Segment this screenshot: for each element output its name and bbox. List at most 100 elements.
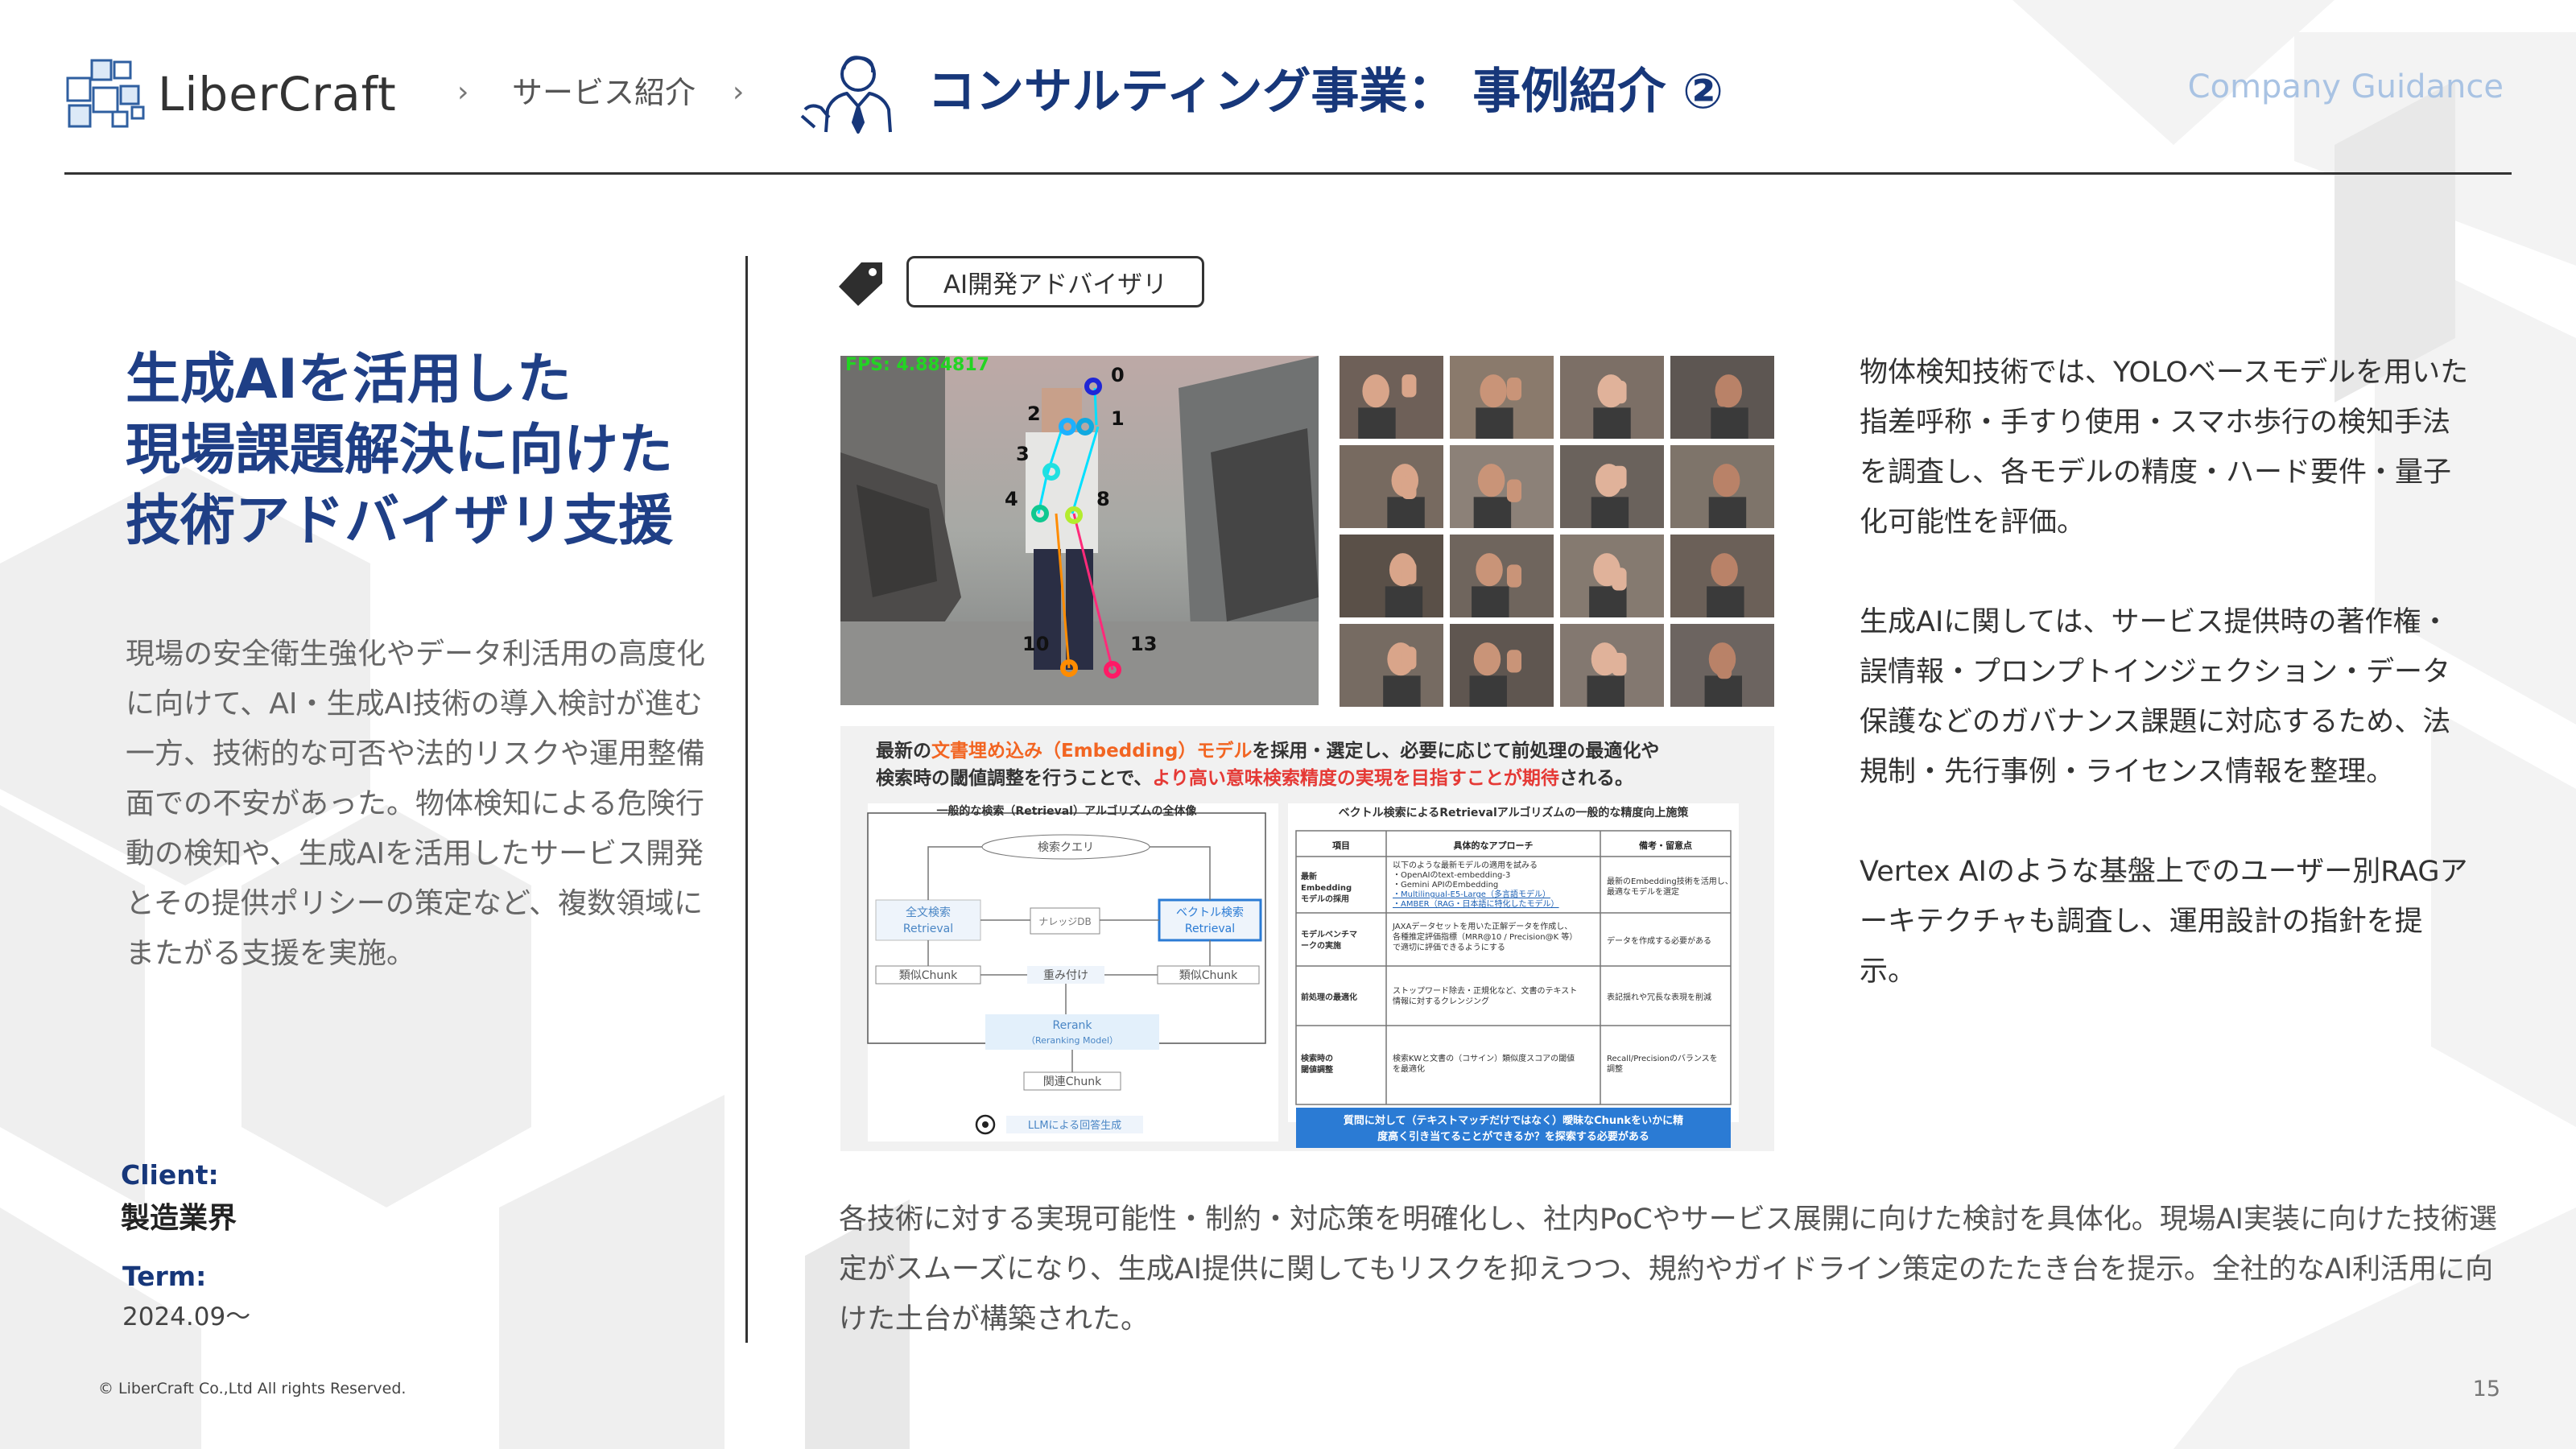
fulltext-search-label: 全文検索 bbox=[906, 906, 951, 919]
breadcrumb-separator-icon: › bbox=[457, 76, 469, 109]
table-cell: JAXAデータセットを用いた正解データを作成し、 bbox=[1392, 921, 1572, 931]
table-cell: モデルベンチマ bbox=[1301, 929, 1357, 939]
gesture-thumbnail bbox=[1340, 445, 1443, 528]
detail-paragraph: 物体検知技術では、YOLOベースモデルを用いた指差呼称・手すり使用・スマホ歩行の… bbox=[1860, 357, 2469, 539]
header-divider bbox=[64, 172, 2512, 175]
client-value: 製造業界 bbox=[121, 1202, 237, 1235]
gesture-thumbnail bbox=[1560, 356, 1664, 439]
gesture-thumbnail bbox=[1340, 356, 1443, 439]
table-header: 具体的なアプローチ bbox=[1454, 840, 1534, 851]
similar-chunk-left: 類似Chunk bbox=[899, 969, 958, 982]
column-divider bbox=[745, 256, 748, 1343]
keypoint-label: 2 bbox=[1027, 402, 1041, 425]
table-cell: 前処理の最適化 bbox=[1301, 992, 1357, 1002]
headline-line: 現場課題解決に向けた bbox=[126, 419, 674, 482]
table-cell: モデルの採用 bbox=[1301, 894, 1349, 904]
table-cell: 調整 bbox=[1607, 1063, 1623, 1074]
retrieval-diagram: 最新の文書埋め込み（Embedding）モデルを採用・選定し、必要に応じて前処理… bbox=[840, 726, 1774, 1151]
case-lead-text: 現場の安全衛生強化やデータ利活用の高度化に向けて、AI・生成AI技術の導入検討が… bbox=[126, 638, 706, 970]
gesture-thumbnail bbox=[1670, 624, 1774, 707]
gesture-thumbnail bbox=[1340, 535, 1443, 617]
headline-line: 生成AIを活用した bbox=[126, 348, 572, 411]
service-tag: AI開発アドバイザリ bbox=[906, 256, 1204, 308]
gesture-thumbnail bbox=[1670, 445, 1774, 528]
page-number: 15 bbox=[2472, 1377, 2500, 1402]
table-cell: ・OpenAIのtext-embedding-3 bbox=[1393, 871, 1510, 880]
flow-title: 一般的な検索（Retrieval）アルゴリズムの全体像 bbox=[936, 804, 1197, 818]
table-cell: 最適なモデルを選定 bbox=[1607, 886, 1679, 897]
table-header: 項目 bbox=[1332, 840, 1350, 851]
table-cell: ストップワード除去・正規化など、文書のテキスト bbox=[1393, 985, 1577, 996]
detail-paragraph: 生成AIに関しては、サービス提供時の著作権・誤情報・プロンプトインジェクション・… bbox=[1860, 606, 2451, 788]
table-cell: 情報に対するクレンジング bbox=[1393, 996, 1489, 1006]
table-cell: 表記揺れや冗長な表現を削減 bbox=[1607, 992, 1711, 1002]
keypoint-label: 3 bbox=[1016, 443, 1030, 465]
gesture-thumbnail bbox=[1450, 356, 1554, 439]
gesture-thumbnail bbox=[1560, 624, 1664, 707]
fulltext-retrieval-label: Retrieval bbox=[903, 923, 953, 935]
table-footer-line: 質問に対して（テキストマッチだけではなく）曖昧なChunkをいかに精 bbox=[1344, 1114, 1683, 1127]
gesture-thumbnail bbox=[1450, 535, 1554, 617]
page-title: コンサルティング事業： 事例紹介 ② bbox=[927, 64, 1724, 120]
headline-line: 技術アドバイザリ支援 bbox=[126, 489, 674, 553]
rerank-model-label: （Reranking Model） bbox=[1026, 1035, 1118, 1046]
detail-paragraph: Vertex AIのような基盤上でのユーザー別RAGアーキテクチャも調査し、運用… bbox=[1860, 856, 2468, 988]
gesture-thumbnail bbox=[1670, 356, 1774, 439]
fps-readout: FPS: 4.884817 bbox=[845, 356, 989, 375]
rerank-label: Rerank bbox=[1052, 1019, 1092, 1032]
gesture-thumbnail bbox=[1670, 535, 1774, 617]
table-cell: データを作成する必要がある bbox=[1607, 935, 1711, 946]
table-cell: ・Gemini APIのEmbedding bbox=[1393, 881, 1498, 890]
consultant-person-icon bbox=[800, 56, 892, 134]
table-cell: ・AMBER（RAG・日本語に特化したモデル） bbox=[1393, 898, 1559, 909]
copyright: © LiberCraft Co.,Ltd All rights Reserved… bbox=[98, 1380, 407, 1397]
keypoint-label: 10 bbox=[1022, 633, 1049, 655]
knowledge-db-label: ナレッジDB bbox=[1038, 916, 1091, 927]
cubes-logo-icon bbox=[66, 59, 145, 128]
table-cell: ークの実施 bbox=[1301, 940, 1341, 951]
table-cell: 各種推定評価指標（MRR@10 / Precision@K 等） bbox=[1393, 931, 1577, 942]
keypoint-label: 13 bbox=[1130, 633, 1157, 655]
brand-logo[interactable]: LiberCraft bbox=[64, 50, 411, 138]
keypoint-label: 4 bbox=[1005, 488, 1018, 510]
table-footer-line: 度高く引き当てることができるか？を探索する必要がある bbox=[1377, 1130, 1649, 1143]
gesture-thumbnail bbox=[1560, 445, 1664, 528]
table-cell: 検索KWと文書の（コサイン）類似度スコアの閾値 bbox=[1393, 1053, 1575, 1063]
detail-text: 物体検知技術では、YOLOベースモデルを用いた指差呼称・手すり使用・スマホ歩行の… bbox=[1860, 348, 2471, 1046]
gesture-thumbnail bbox=[1450, 624, 1554, 707]
gesture-thumbnail bbox=[1340, 624, 1443, 707]
client-label: Client: bbox=[121, 1159, 219, 1191]
term-value: 2024.09〜 bbox=[122, 1302, 251, 1331]
llm-answer-label: LLMによる回答生成 bbox=[1028, 1119, 1121, 1132]
term-label: Term: bbox=[122, 1261, 207, 1292]
tag-icon bbox=[839, 262, 882, 306]
breadcrumb-separator-icon: › bbox=[733, 76, 745, 109]
table-title: ベクトル検索によるRetrievalアルゴリズムの一般的な精度向上施策 bbox=[1339, 806, 1690, 819]
case-headline: 生成AIを活用した 現場課題解決に向けた 技術アドバイザリ支援 bbox=[126, 345, 737, 557]
table-cell: 最新のEmbedding技術を活用し、 bbox=[1607, 876, 1733, 886]
table-cell: Embedding bbox=[1301, 884, 1352, 893]
keypoint-label: 8 bbox=[1096, 488, 1110, 510]
vector-retrieval-label: Retrieval bbox=[1185, 923, 1235, 935]
table-header: 備考・留意点 bbox=[1639, 840, 1692, 851]
table-cell: ・Multilingual-E5-Large（多言語モデル） bbox=[1393, 889, 1550, 899]
table-cell: 検索時の bbox=[1301, 1053, 1333, 1063]
gesture-thumbnail bbox=[1450, 445, 1554, 528]
table-cell: を最適化 bbox=[1393, 1063, 1425, 1074]
keypoint-label: 0 bbox=[1111, 364, 1125, 386]
table-cell: 閾値調整 bbox=[1301, 1064, 1333, 1075]
flow-query: 検索クエリ bbox=[1038, 840, 1094, 854]
pose-estimation-image: FPS: 4.884817 0 1 2 3 4 8 10 13 bbox=[840, 356, 1319, 705]
table-cell: 最新 bbox=[1301, 871, 1317, 881]
gesture-thumbnail bbox=[1560, 535, 1664, 617]
gesture-photo-grid bbox=[1340, 356, 1774, 707]
table-cell: 以下のような最新モデルの適用を試みる bbox=[1393, 860, 1538, 870]
keypoint-label: 1 bbox=[1111, 407, 1125, 430]
weighting-label: 重み付け bbox=[1043, 969, 1088, 982]
logo-text: LiberCraft bbox=[158, 67, 397, 122]
related-chunk-label: 関連Chunk bbox=[1043, 1075, 1102, 1088]
table-cell: で適切に評価できるようにする bbox=[1393, 942, 1505, 952]
vector-search-label: ベクトル検索 bbox=[1176, 906, 1244, 919]
result-summary: 各技術に対する実現可能性・制約・対応策を明確化し、社内PoCやサービス展開に向け… bbox=[839, 1203, 2497, 1335]
breadcrumb-item-services[interactable]: サービス紹介 bbox=[512, 64, 696, 121]
